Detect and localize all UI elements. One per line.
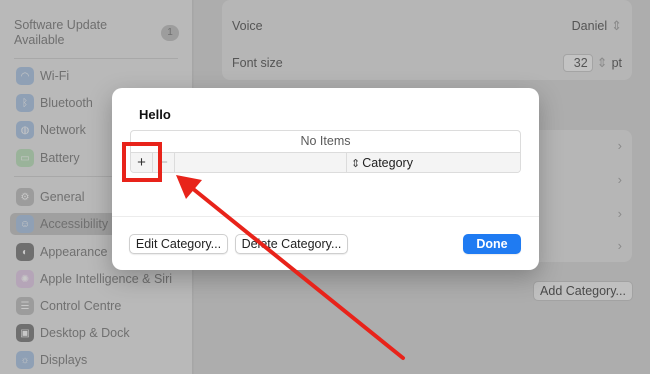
wifi-icon: ◠ [16,67,34,85]
update-count-badge: 1 [161,25,179,41]
table-header-row: + − ⇕ Category [131,152,520,172]
sidebar-item-label: Bluetooth [40,96,93,110]
sidebar-item-label: Network [40,123,86,137]
appearance-icon: ◐ [16,243,34,261]
sidebar-item-label: Battery [40,151,80,165]
battery-icon: ▭ [16,149,34,167]
add-category-button[interactable]: Add Category... [533,281,633,301]
font-size-label: Font size [232,56,283,70]
category-column-header[interactable]: ⇕ Category [346,153,413,172]
dialog-title: Hello [139,107,171,122]
done-button[interactable]: Done [463,234,521,254]
font-size-unit: pt [611,56,622,70]
sidebar-item-siri[interactable]: ✺ Apple Intelligence & Siri [10,268,186,290]
font-size-row: Font size 32 ⇕ pt [232,54,622,72]
sidebar-item-displays[interactable]: ☼ Displays [10,349,186,371]
chevron-right-icon[interactable]: › [618,206,622,221]
font-size-control: 32 ⇕ pt [562,54,622,72]
chevron-right-icon[interactable]: › [618,238,622,253]
category-table: No Items + − ⇕ Category [130,130,521,173]
network-icon: ◍ [16,121,34,139]
sidebar-item-desktop-dock[interactable]: ▣ Desktop & Dock [10,322,186,344]
column-header-label: Category [362,156,413,170]
voice-label: Voice [232,19,263,33]
gear-icon: ⚙ [16,188,34,206]
dock-icon: ▣ [16,324,34,342]
speech-settings-card: Voice Daniel ⇕ Font size 32 ⇕ pt [222,0,632,80]
sidebar-item-label: Wi-Fi [40,69,70,83]
dialog-divider [112,216,539,217]
sidebar-item-label: Displays [40,353,88,367]
sidebar-item-label: Appearance [40,245,108,259]
annotation-highlight-box [122,142,162,182]
accessibility-icon: ☺ [16,215,34,233]
font-size-field[interactable]: 32 [562,54,593,72]
table-empty-message: No Items [300,134,351,148]
delete-category-button[interactable]: Delete Category... [235,234,348,254]
sidebar-item-control-centre[interactable]: ☰ Control Centre [10,295,186,317]
voice-value: Daniel [571,19,608,33]
siri-icon: ✺ [16,270,34,288]
control-centre-icon: ☰ [16,297,34,315]
sort-icon: ⇕ [351,158,361,170]
software-update-label: Software Update Available [14,18,108,47]
sidebar-divider [14,58,178,59]
voice-popup[interactable]: Daniel ⇕ [572,18,622,34]
sidebar-item-wifi[interactable]: ◠ Wi-Fi [10,65,186,87]
voice-row: Voice Daniel ⇕ [232,18,622,34]
sidebar-item-label: Control Centre [40,299,122,313]
sidebar-item-label: Accessibility [40,217,109,231]
chevron-updown-icon: ⇕ [611,18,622,33]
sidebar-item-label: General [40,190,85,204]
stepper-icon[interactable]: ⇕ [597,55,608,71]
sidebar-item-label: Apple Intelligence & Siri [40,272,173,286]
chevron-right-icon[interactable]: › [618,172,622,187]
bluetooth-icon: ᛒ [16,94,34,112]
display-icon: ☼ [16,351,34,369]
sidebar-item-label: Desktop & Dock [40,326,130,340]
chevron-right-icon[interactable]: › [618,138,622,153]
edit-category-button[interactable]: Edit Category... [129,234,228,254]
category-dialog: Hello No Items + − ⇕ Category Edit Catego… [112,88,539,270]
software-update-item[interactable]: Software Update Available 1 [14,18,179,48]
